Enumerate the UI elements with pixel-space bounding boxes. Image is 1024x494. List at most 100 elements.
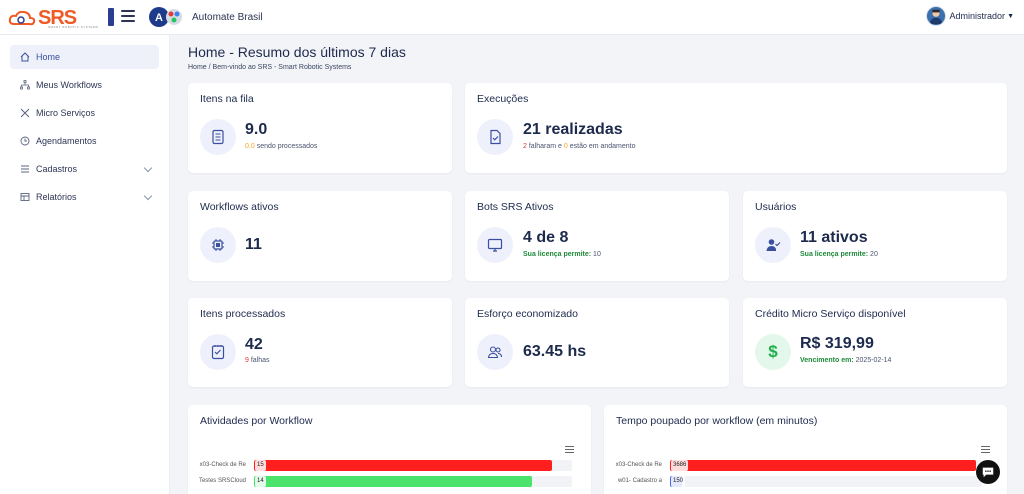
chart-menu-icon[interactable] (981, 446, 990, 454)
sidebar: Home Meus Workflows Micro Serviços Agend… (0, 35, 170, 494)
queue-value: 9.0 (245, 121, 268, 138)
sidebar-item-workflows[interactable]: Meus Workflows (10, 73, 159, 97)
workflow-icon (20, 80, 30, 90)
failed-text: falharam e (528, 143, 562, 150)
executions-icon-wrap (477, 119, 513, 155)
user-avatar (925, 6, 946, 26)
executions-value: 21 realizadas (523, 121, 623, 138)
sidebar-item-label: Micro Serviços (36, 108, 96, 118)
sidebar-item-schedules[interactable]: Agendamentos (10, 129, 159, 153)
executions-card: Execuções 21 realizadas 2 falharam e 0 e… (465, 83, 1007, 173)
license-label: Sua licença permite: (523, 251, 592, 258)
page-title: Home - Resumo dos últimos 7 dias (188, 44, 406, 60)
time-saved-chart-card: Tempo poupado por workflow (em minutos) … (604, 405, 1007, 494)
cloud-logo-icon (8, 10, 36, 26)
chart-title: Tempo poupado por workflow (em minutos) (616, 415, 818, 427)
chat-icon[interactable] (976, 460, 1000, 484)
processed-card: Itens processados 42 9 falhas (188, 298, 452, 387)
chart-menu-icon[interactable] (565, 446, 574, 454)
bar-value-label: 14 (255, 476, 266, 487)
card-title: Execuções (477, 93, 529, 105)
effort-icon-wrap (477, 334, 513, 370)
sidebar-item-registrations[interactable]: Cadastros (10, 157, 159, 181)
bots-license: Sua licença permite: 10 (523, 251, 601, 258)
sidebar-item-label: Agendamentos (36, 136, 97, 146)
license-label: Sua licença permite: (800, 251, 869, 258)
document-list-icon (212, 129, 224, 145)
document-check-icon (490, 129, 501, 145)
processing-count: 0.0 (245, 143, 255, 150)
queue-icon-wrap (200, 119, 236, 155)
users-value: 11 ativos (800, 229, 868, 246)
due-value: 2025-02-14 (855, 357, 892, 364)
breadcrumb-current: Bem-vindo ao SRS - Smart Robotic Systems (212, 64, 352, 71)
queue-card: Itens na fila 9.0 0.0 sendo processados (188, 83, 452, 173)
bots-icon-wrap (477, 227, 513, 263)
tenant-name: Automate Brasil (192, 11, 263, 23)
sidebar-item-reports[interactable]: Relatórios (10, 185, 159, 209)
breadcrumb-home-link[interactable]: Home (188, 64, 207, 71)
logo-badge (108, 8, 114, 26)
users-card: Usuários 11 ativos Sua licença permite: … (743, 191, 1007, 281)
breadcrumb-separator: / (208, 64, 211, 71)
card-title: Itens processados (200, 308, 286, 320)
tenant-selector[interactable]: A Automate Brasil (148, 6, 263, 28)
failures-count: 9 (245, 357, 249, 364)
sidebar-item-micro-services[interactable]: Micro Serviços (10, 101, 159, 125)
chevron-down-icon (143, 191, 153, 201)
running-text: estão em andamento (569, 143, 636, 150)
users-license: Sua licença permite: 20 (800, 251, 878, 258)
processed-value: 42 (245, 336, 263, 353)
sidebar-item-label: Home (36, 52, 61, 62)
bar-value-label: 3686 (671, 460, 689, 471)
home-icon (20, 52, 30, 62)
bar[interactable] (670, 460, 976, 471)
workflows-icon-wrap (200, 227, 236, 263)
processing-text: sendo processados (256, 143, 318, 150)
sidebar-item-label: Cadastros (36, 164, 78, 174)
credit-card: Crédito Micro Serviço disponível $ R$ 31… (743, 298, 1007, 387)
sidebar-item-home[interactable]: Home (10, 45, 159, 69)
card-title: Bots SRS Ativos (477, 201, 554, 213)
due-label: Vencimento em: (800, 357, 854, 364)
bar[interactable] (254, 476, 532, 487)
credit-icon-wrap: $ (755, 334, 791, 370)
running-count: 0 (563, 143, 568, 150)
processed-failures: 9 falhas (245, 357, 270, 364)
bar-value-label: 150 (671, 476, 686, 487)
card-title: Esforço economizado (477, 308, 578, 320)
failures-text: falhas (250, 357, 270, 364)
bar-track (670, 476, 982, 487)
users-group-icon (487, 346, 503, 359)
license-value: 20 (870, 251, 878, 258)
bots-value: 4 de 8 (523, 229, 569, 246)
user-check-icon (766, 239, 781, 251)
bar-label: x03-Check de Re (199, 462, 246, 468)
effort-value: 63.45 hs (523, 343, 587, 360)
queue-processing: 0.0 sendo processados (245, 143, 317, 150)
tenant-logo-icon: A (149, 7, 182, 27)
svg-text:A: A (155, 12, 163, 24)
logo-subtitle: SMART ROBOTIC SYSTEMS (48, 25, 99, 29)
card-title: Itens na fila (200, 93, 254, 105)
chevron-down-icon (143, 163, 153, 173)
credit-due: Vencimento em: 2025-02-14 (800, 357, 891, 364)
srs-logo[interactable]: SRS SMART ROBOTIC SYSTEMS (8, 5, 116, 31)
sidebar-item-label: Relatórios (36, 192, 77, 202)
menu-toggle-icon[interactable] (121, 10, 135, 24)
top-bar: SRS SMART ROBOTIC SYSTEMS A Automate Bra… (0, 0, 1024, 35)
credit-value: R$ 319,99 (800, 335, 874, 352)
bar[interactable] (254, 460, 552, 471)
bots-card: Bots SRS Ativos 4 de 8 Sua licença permi… (465, 191, 729, 281)
list-icon (20, 164, 30, 174)
workflows-card: Workflows ativos 11 (188, 191, 452, 281)
card-title: Crédito Micro Serviço disponível (755, 308, 906, 320)
cpu-chip-icon (212, 239, 224, 251)
tools-icon (20, 108, 30, 118)
user-menu[interactable]: Administrador ▼ (925, 6, 1014, 26)
sidebar-item-label: Meus Workflows (36, 80, 102, 90)
license-value: 10 (593, 251, 601, 258)
card-title: Usuários (755, 201, 797, 213)
failed-count: 2 (523, 143, 527, 150)
chart-title: Atividades por Workflow (200, 415, 313, 427)
